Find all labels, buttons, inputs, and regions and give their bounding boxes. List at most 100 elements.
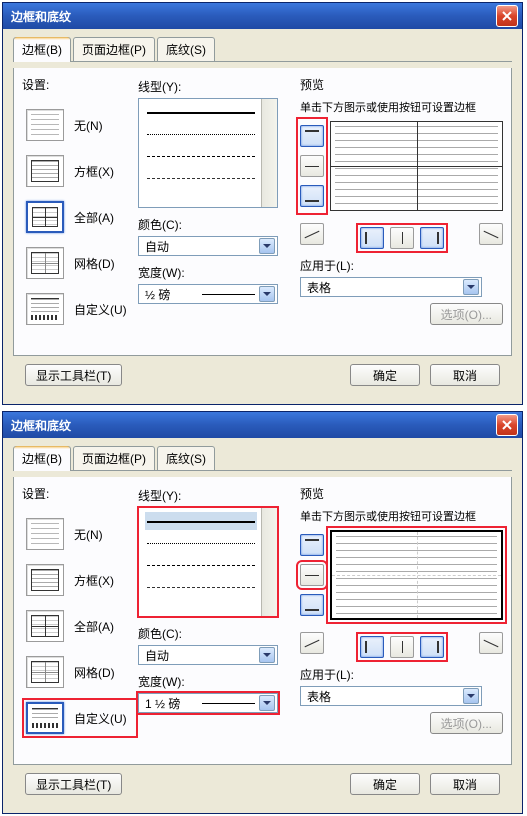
custom-icon: [26, 702, 64, 734]
tab-borders[interactable]: 边框(B): [13, 37, 71, 62]
close-icon: [502, 420, 512, 430]
setting-custom-label: 自定义(U): [74, 301, 127, 318]
border-top-button[interactable]: [300, 534, 324, 556]
preview-side-buttons: [300, 530, 324, 620]
preview-label: 预览: [300, 485, 503, 502]
settings-label: 设置:: [22, 76, 134, 93]
chevron-down-icon: [463, 688, 479, 704]
border-right-button[interactable]: [420, 227, 444, 249]
line-style-item[interactable]: [145, 534, 257, 552]
ok-button[interactable]: 确定: [350, 773, 420, 795]
none-icon: [26, 109, 64, 141]
color-label: 颜色(C):: [138, 216, 296, 233]
color-value: 自动: [145, 238, 259, 255]
line-style-list[interactable]: [138, 98, 278, 208]
setting-none-label: 无(N): [74, 117, 103, 134]
setting-grid[interactable]: 网格(D): [26, 247, 134, 279]
setting-box[interactable]: 方框(X): [26, 564, 134, 596]
settings-label: 设置:: [22, 485, 134, 502]
border-inside-h-button[interactable]: [300, 155, 324, 177]
close-button[interactable]: [496, 414, 518, 436]
setting-custom[interactable]: 自定义(U): [26, 702, 134, 734]
tab-page-borders[interactable]: 页面边框(P): [73, 37, 155, 61]
border-diag-up-button[interactable]: [479, 632, 503, 654]
border-diag-up-button[interactable]: [479, 223, 503, 245]
border-inside-v-button[interactable]: [390, 227, 414, 249]
width-dropdown[interactable]: ½ 磅: [138, 284, 278, 304]
setting-all[interactable]: 全部(A): [26, 201, 134, 233]
tab-page-borders[interactable]: 页面边框(P): [73, 446, 155, 470]
preview-label: 预览: [300, 76, 503, 93]
apply-to-dropdown[interactable]: 表格: [300, 686, 482, 706]
scrollbar[interactable]: [261, 99, 277, 207]
width-value: 1 ½ 磅: [145, 695, 198, 712]
tab-strip: 边框(B) 页面边框(P) 底纹(S): [13, 446, 512, 471]
preview-help-text: 单击下方图示或使用按钮可设置边框: [300, 99, 503, 115]
box-icon: [26, 155, 64, 187]
close-button[interactable]: [496, 5, 518, 27]
line-style-item[interactable]: [145, 103, 257, 121]
setting-box[interactable]: 方框(X): [26, 155, 134, 187]
apply-to-label: 应用于(L):: [300, 666, 503, 683]
tab-shading[interactable]: 底纹(S): [157, 446, 215, 470]
line-style-item[interactable]: [145, 556, 257, 574]
line-style-item[interactable]: [145, 578, 257, 596]
show-toolbar-button[interactable]: 显示工具栏(T): [25, 773, 122, 795]
grid-icon: [26, 656, 64, 688]
tab-borders[interactable]: 边框(B): [13, 446, 71, 471]
preview-help-text: 单击下方图示或使用按钮可设置边框: [300, 508, 503, 524]
cancel-button[interactable]: 取消: [430, 773, 500, 795]
border-top-button[interactable]: [300, 125, 324, 147]
border-left-button[interactable]: [360, 227, 384, 249]
setting-none[interactable]: 无(N): [26, 518, 134, 550]
line-style-list[interactable]: [138, 507, 278, 617]
border-diag-down-button[interactable]: [300, 632, 324, 654]
line-style-item[interactable]: [145, 147, 257, 165]
chevron-down-icon: [463, 279, 479, 295]
chevron-down-icon: [259, 286, 275, 302]
options-button[interactable]: 选项(O)...: [430, 712, 503, 734]
apply-to-value: 表格: [307, 688, 463, 705]
border-right-button[interactable]: [420, 636, 444, 658]
show-toolbar-button[interactable]: 显示工具栏(T): [25, 364, 122, 386]
tab-strip: 边框(B) 页面边框(P) 底纹(S): [13, 37, 512, 62]
setting-grid-label: 网格(D): [74, 255, 115, 272]
preview-diagram[interactable]: [330, 530, 503, 620]
preview-side-buttons: [300, 121, 324, 211]
width-label: 宽度(W):: [138, 673, 296, 690]
color-dropdown[interactable]: 自动: [138, 645, 278, 665]
color-dropdown[interactable]: 自动: [138, 236, 278, 256]
setting-all[interactable]: 全部(A): [26, 610, 134, 642]
line-style-item[interactable]: [145, 125, 257, 143]
custom-icon: [26, 293, 64, 325]
titlebar: 边框和底纹: [3, 412, 522, 438]
setting-all-label: 全部(A): [74, 209, 114, 226]
chevron-down-icon: [259, 238, 275, 254]
border-bottom-button[interactable]: [300, 594, 324, 616]
color-value: 自动: [145, 647, 259, 664]
width-dropdown[interactable]: 1 ½ 磅: [138, 693, 278, 713]
scrollbar[interactable]: [261, 508, 277, 616]
border-bottom-button[interactable]: [300, 185, 324, 207]
border-diag-down-button[interactable]: [300, 223, 324, 245]
line-style-item[interactable]: [145, 512, 257, 530]
setting-box-label: 方框(X): [74, 572, 114, 589]
border-inside-v-button[interactable]: [390, 636, 414, 658]
all-icon: [26, 610, 64, 642]
setting-grid[interactable]: 网格(D): [26, 656, 134, 688]
apply-to-value: 表格: [307, 279, 463, 296]
border-left-button[interactable]: [360, 636, 384, 658]
border-inside-h-button[interactable]: [300, 564, 324, 586]
titlebar: 边框和底纹: [3, 3, 522, 29]
apply-to-dropdown[interactable]: 表格: [300, 277, 482, 297]
setting-none[interactable]: 无(N): [26, 109, 134, 141]
cancel-button[interactable]: 取消: [430, 364, 500, 386]
setting-custom[interactable]: 自定义(U): [26, 293, 134, 325]
line-style-item[interactable]: [145, 169, 257, 187]
options-button[interactable]: 选项(O)...: [430, 303, 503, 325]
setting-custom-label: 自定义(U): [74, 710, 127, 727]
tab-shading[interactable]: 底纹(S): [157, 37, 215, 61]
preview-diagram[interactable]: [330, 121, 503, 211]
width-sample-line: [202, 703, 255, 704]
ok-button[interactable]: 确定: [350, 364, 420, 386]
